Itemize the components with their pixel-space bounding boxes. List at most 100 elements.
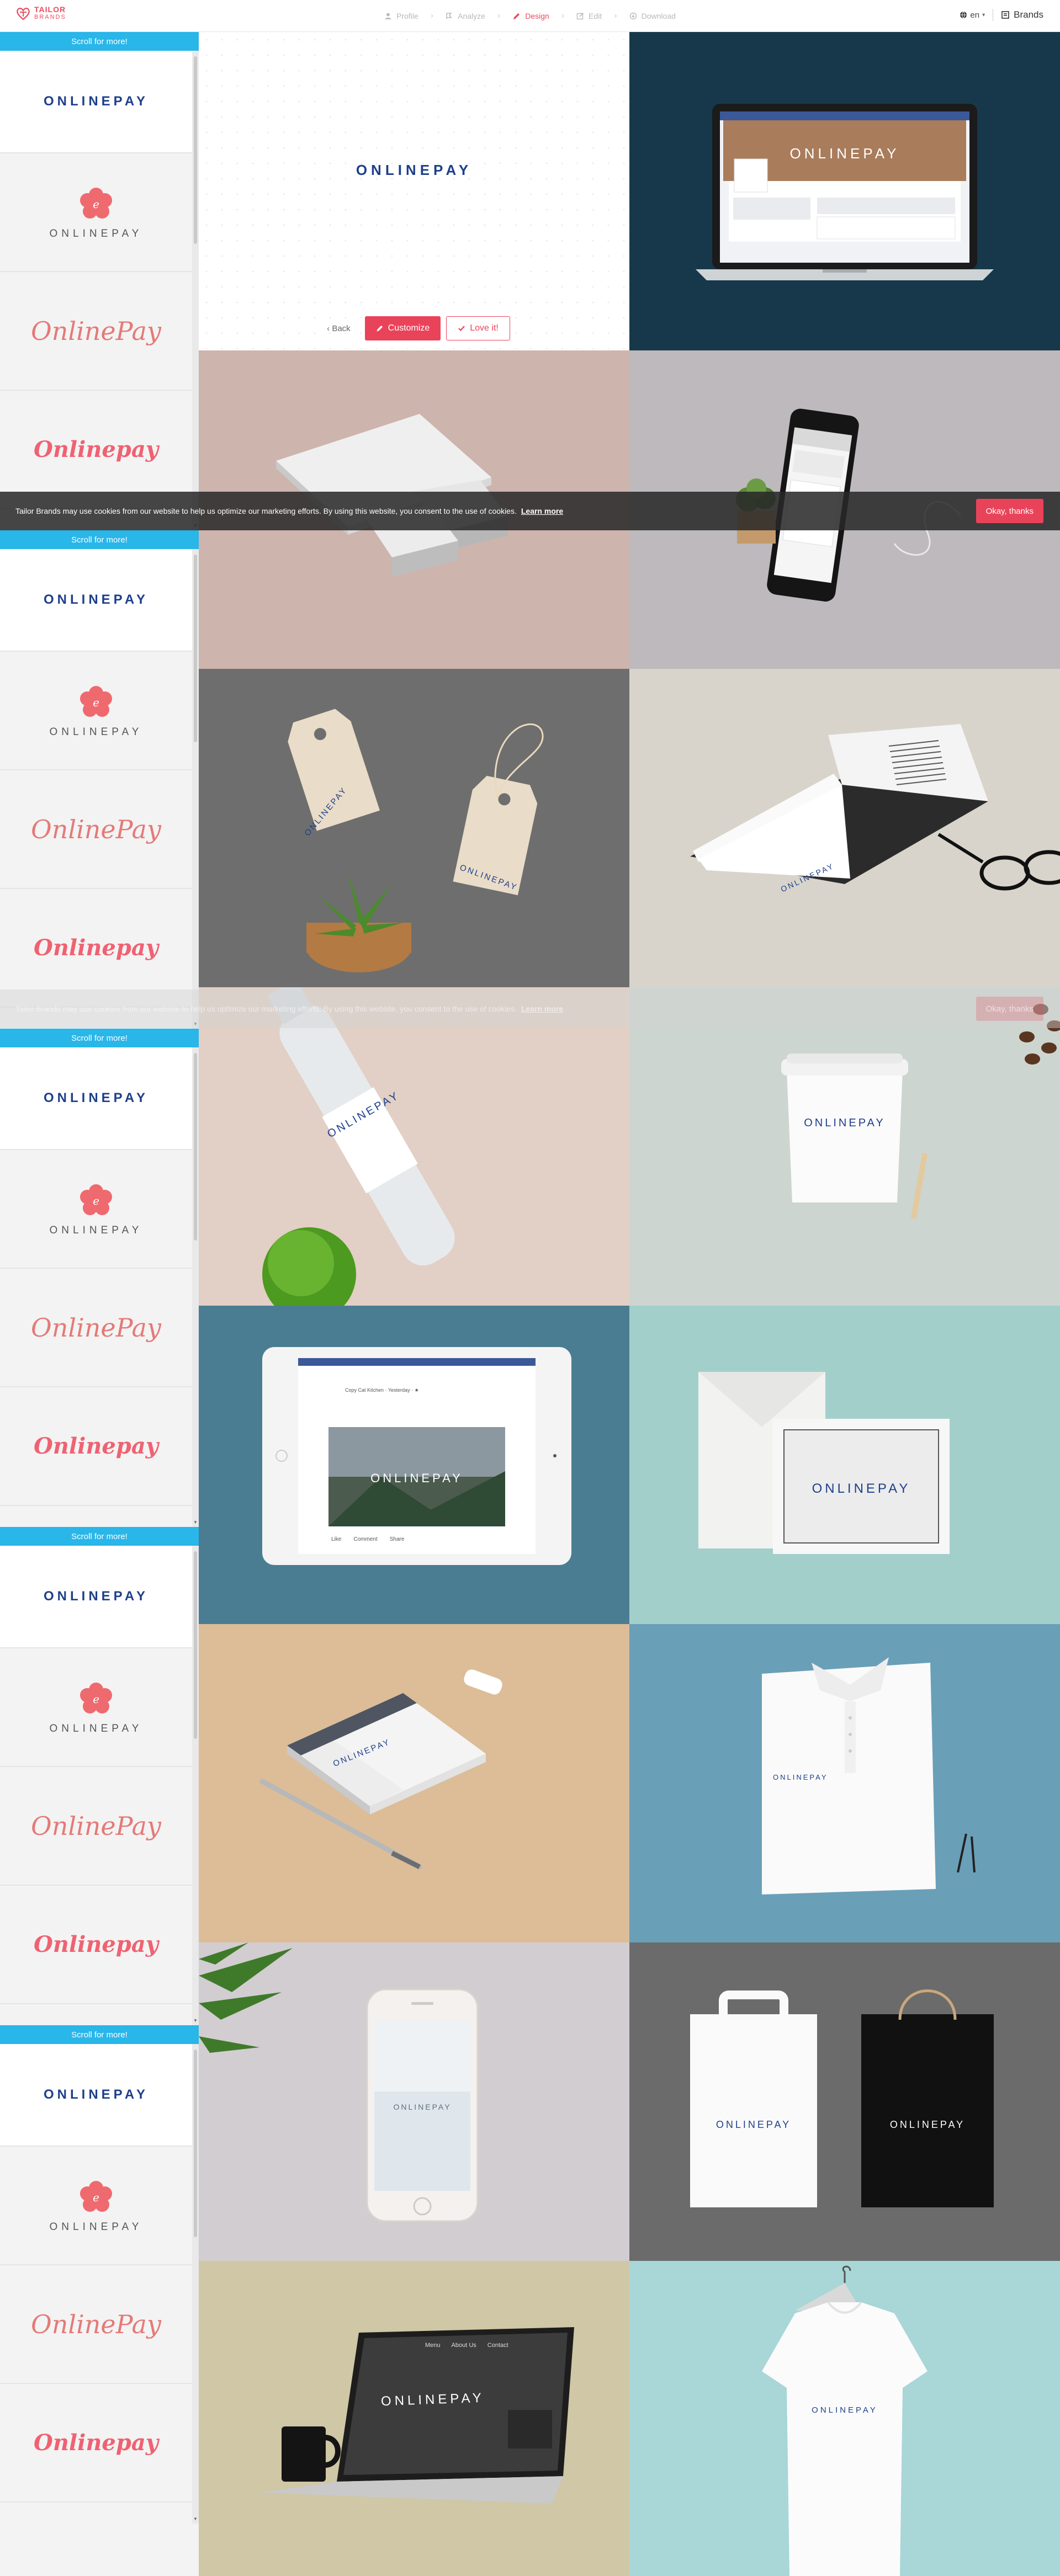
check-icon xyxy=(458,326,465,332)
fb-comment-label: Comment xyxy=(353,1536,378,1542)
sidebar-scrollbar-thumb[interactable] xyxy=(194,555,197,742)
logo-option-script-bold-text: Onlinepay xyxy=(34,935,158,961)
customize-label: Customize xyxy=(388,323,430,333)
logo-option-script-text: OnlinePay xyxy=(31,316,161,346)
logo-option-caps[interactable]: ONLINEPAY xyxy=(0,549,192,652)
coffee-cup-mockup: ONLINEPAY xyxy=(629,987,1060,1306)
scroll-for-more-banner[interactable]: Scroll for more! xyxy=(0,1029,199,1047)
scroll-for-more-banner[interactable]: Scroll for more! xyxy=(0,530,199,549)
okay-thanks-button-faded[interactable]: Okay, thanks xyxy=(976,997,1043,1021)
flower-badge-icon: e xyxy=(80,2180,112,2212)
step-download[interactable]: Download xyxy=(629,12,676,20)
scroll-for-more-banner[interactable]: Scroll for more! xyxy=(0,2025,199,2044)
logo-option-badge-text: ONLINEPAY xyxy=(49,2221,143,2233)
logo-option-caps[interactable]: ONLINEPAY xyxy=(0,51,192,153)
sidebar-scrollbar[interactable]: ▼ xyxy=(192,51,199,530)
scroll-for-more-label: Scroll for more! xyxy=(71,1531,128,1541)
logo-option-badge[interactable]: e ONLINEPAY xyxy=(0,1150,192,1269)
logo-option-caps-text: ONLINEPAY xyxy=(43,1090,149,1105)
logo-option-script[interactable]: OnlinePay xyxy=(0,1767,192,1886)
logo-option-script-bold-text: Onlinepay xyxy=(34,437,158,462)
scroll-for-more-banner[interactable]: Scroll for more! xyxy=(0,32,199,51)
svg-text:e: e xyxy=(93,1693,99,1706)
tshirt-brand-text: ONLINEPAY xyxy=(812,2405,878,2415)
okay-thanks-button[interactable]: Okay, thanks xyxy=(976,499,1043,523)
sidebar-scrollbar[interactable]: ▼ xyxy=(192,2044,199,2524)
step-analyze[interactable]: Analyze xyxy=(446,12,485,20)
learn-more-link-faded[interactable]: Learn more xyxy=(521,1004,563,1013)
logo-option-caps[interactable]: ONLINEPAY xyxy=(0,1546,192,1648)
sidebar-scrollbar-thumb[interactable] xyxy=(194,2050,197,2237)
step-edit[interactable]: Edit xyxy=(576,12,602,20)
step-design[interactable]: Design xyxy=(512,12,549,20)
language-selector[interactable]: en ▾ xyxy=(960,10,985,20)
sidebar-scrollbar-thumb[interactable] xyxy=(194,1053,197,1241)
customize-button[interactable]: Customize xyxy=(364,316,441,340)
tablet-facebook-mockup: Copy Cat Kitchen · Yesterday · ★ ONLINEP… xyxy=(199,1306,629,1624)
logo-option-script-bold-text: Onlinepay xyxy=(34,1433,158,1459)
logo-option-script[interactable]: OnlinePay xyxy=(0,2265,192,2384)
notebook-pen-mockup: ONLINEPAY xyxy=(199,1624,629,1942)
logo-preview-tile: ONLINEPAY ‹ Back Customize Love it! xyxy=(199,32,629,350)
sidebar-logo-group: Scroll for more! ONLINEPAY e ONLINEPAY O… xyxy=(0,32,199,530)
scroll-down-arrow-icon[interactable]: ▼ xyxy=(193,2018,198,2023)
step-profile[interactable]: Profile xyxy=(384,12,418,20)
analyze-icon xyxy=(446,13,452,19)
sidebar-scrollbar-thumb[interactable] xyxy=(194,1551,197,1739)
scroll-down-arrow-icon[interactable]: ▼ xyxy=(193,2516,198,2521)
language-label: en xyxy=(970,10,980,20)
back-button[interactable]: ‹ Back xyxy=(318,318,359,339)
logo-option-script-bold[interactable]: Onlinepay xyxy=(0,1387,192,1506)
logo-option-caps-text: ONLINEPAY xyxy=(43,2087,149,2102)
logo-option-badge-text: ONLINEPAY xyxy=(49,726,143,738)
love-it-label: Love it! xyxy=(470,323,499,333)
logo-option-script-bold[interactable]: Onlinepay xyxy=(0,1886,192,2004)
logo-option-badge[interactable]: e ONLINEPAY xyxy=(0,2147,192,2265)
pencil-icon xyxy=(513,13,520,19)
logo-option-script-text: OnlinePay xyxy=(31,1312,161,1343)
logo-option-caps[interactable]: ONLINEPAY xyxy=(0,2044,192,2147)
pencil-icon xyxy=(377,326,383,332)
tablet-brand-text: ONLINEPAY xyxy=(370,1471,463,1485)
logo-option-script-bold-text: Onlinepay xyxy=(34,2430,158,2456)
logo-option-badge-text: ONLINEPAY xyxy=(49,1224,143,1236)
logo-option-caps[interactable]: ONLINEPAY xyxy=(0,1047,192,1150)
cookie-message: Tailor Brands may use cookies from our w… xyxy=(15,507,517,515)
chevron-right-icon: › xyxy=(561,11,565,20)
love-it-button[interactable]: Love it! xyxy=(446,316,510,340)
scroll-down-arrow-icon[interactable]: ▼ xyxy=(193,1520,198,1525)
logo-option-script[interactable]: OnlinePay xyxy=(0,272,192,391)
logo-option-caps-text: ONLINEPAY xyxy=(43,1589,149,1604)
nav-about: About Us xyxy=(451,2342,476,2349)
flower-badge-icon: e xyxy=(80,187,112,219)
hero-actions: ‹ Back Customize Love it! xyxy=(199,316,629,340)
logo-option-script[interactable]: OnlinePay xyxy=(0,1269,192,1387)
logo-option-badge-text: ONLINEPAY xyxy=(49,227,143,239)
polo-brand-text: ONLINEPAY xyxy=(773,1773,828,1781)
logo-option-script[interactable]: OnlinePay xyxy=(0,770,192,889)
iphone-mockup: ONLINEPAY xyxy=(199,1942,629,2261)
nav-contact: Contact xyxy=(487,2342,508,2349)
logo-option-badge[interactable]: e ONLINEPAY xyxy=(0,1648,192,1767)
chevron-right-icon: › xyxy=(497,11,501,20)
logo-option-script-bold[interactable]: Onlinepay xyxy=(0,2384,192,2503)
sidebar-scrollbar[interactable]: ▼ xyxy=(192,1546,199,2025)
sidebar-scrollbar[interactable]: ▼ xyxy=(192,1047,199,1527)
scroll-for-more-banner[interactable]: Scroll for more! xyxy=(0,1527,199,1546)
flower-badge-icon: e xyxy=(80,1184,112,1215)
learn-more-link[interactable]: Learn more xyxy=(521,507,563,515)
flower-badge-icon: e xyxy=(80,1682,112,1713)
brands-link[interactable]: Brands xyxy=(1001,9,1043,20)
sidebar-logo-group: Scroll for more! ONLINEPAY e ONLINEPAY O… xyxy=(0,1029,199,1527)
logo-list-sidebar[interactable]: Scroll for more! ONLINEPAY e ONLINEPAY O… xyxy=(0,32,199,2576)
logo-option-badge[interactable]: e ONLINEPAY xyxy=(0,153,192,272)
sidebar-scrollbar[interactable]: ▼ xyxy=(192,549,199,1029)
white-bag-brand-text: ONLINEPAY xyxy=(716,2119,792,2130)
logo-option-caps-text: ONLINEPAY xyxy=(43,94,149,109)
sidebar-scrollbar-thumb[interactable] xyxy=(194,56,197,244)
shopping-bags-mockup: ONLINEPAY ONLINEPAY xyxy=(629,1942,1060,2261)
scroll-for-more-label: Scroll for more! xyxy=(71,1033,128,1043)
website-nav: Menu About Us Contact xyxy=(425,2342,508,2349)
globe-icon xyxy=(960,11,967,19)
logo-option-badge[interactable]: e ONLINEPAY xyxy=(0,652,192,770)
